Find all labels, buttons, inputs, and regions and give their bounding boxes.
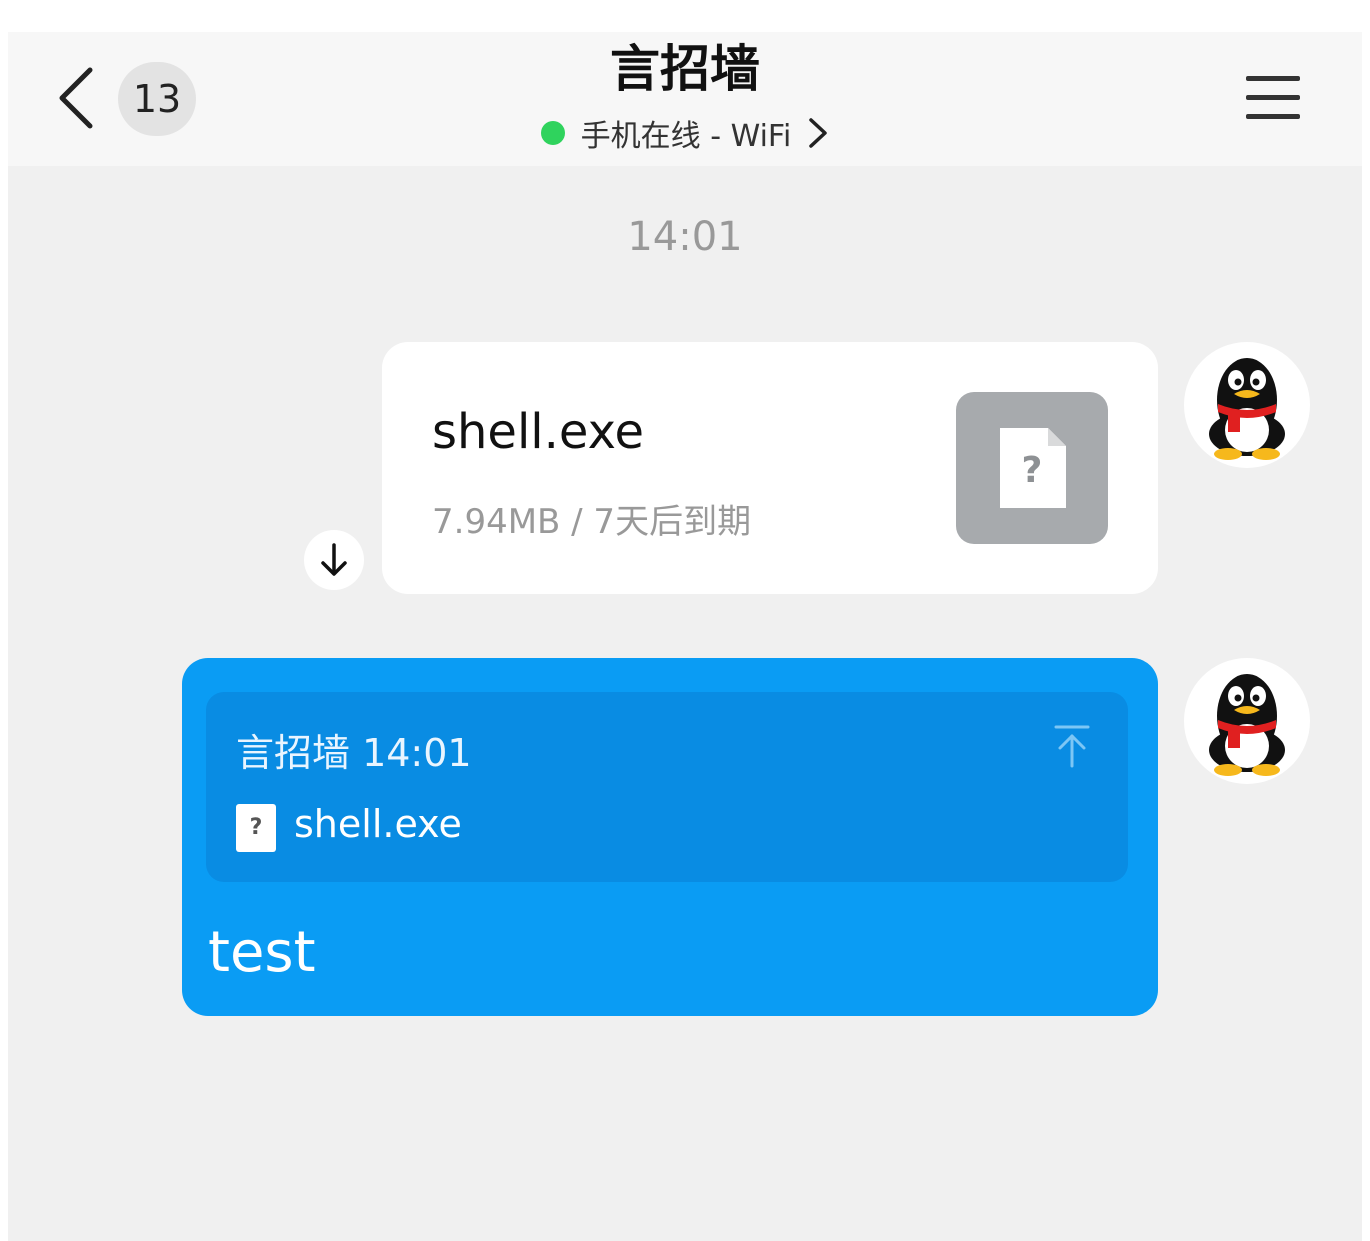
hamburger-menu-icon[interactable]	[1246, 74, 1300, 122]
quoted-message[interactable]: 言招墙 14:01 ? shell.exe	[206, 692, 1128, 882]
qq-penguin-icon	[1209, 358, 1285, 460]
quoted-file-icon: ?	[236, 804, 276, 852]
file-thumbnail: ?	[956, 392, 1108, 544]
qq-penguin-icon	[1209, 674, 1285, 776]
chat-title: 言招墙	[610, 40, 760, 98]
unknown-file-icon: ?	[1000, 428, 1066, 508]
online-dot-icon	[540, 121, 565, 145]
avatar[interactable]	[1184, 342, 1310, 468]
jump-to-top-icon[interactable]	[1052, 724, 1092, 768]
status-text: 手机在线 - WiFi	[580, 119, 792, 154]
message-timestamp: 14:01	[627, 214, 743, 260]
quoted-file-name: shell.exe	[294, 802, 462, 846]
chevron-right-icon	[809, 118, 828, 148]
svg-text:?: ?	[1022, 450, 1043, 491]
quote-header: 言招墙 14:01	[236, 731, 472, 775]
file-message-card[interactable]: shell.exe 7.94MB / 7天后到期 ?	[382, 342, 1158, 594]
navigation-bar: 13 言招墙 手机在线 - WiFi	[8, 32, 1362, 166]
reply-message-bubble[interactable]: 言招墙 14:01 ? shell.exe test	[182, 658, 1158, 1016]
chat-window: 13 言招墙 手机在线 - WiFi 14:01 shell.exe 7.94M…	[8, 32, 1362, 1241]
file-meta: 7.94MB / 7天后到期	[432, 502, 752, 542]
online-status[interactable]: 手机在线 - WiFi	[8, 112, 1362, 154]
avatar[interactable]	[1184, 658, 1310, 784]
arrow-down-icon	[321, 543, 347, 576]
message-text: test	[208, 920, 316, 985]
file-name: shell.exe	[432, 404, 645, 460]
download-button[interactable]	[304, 530, 364, 590]
